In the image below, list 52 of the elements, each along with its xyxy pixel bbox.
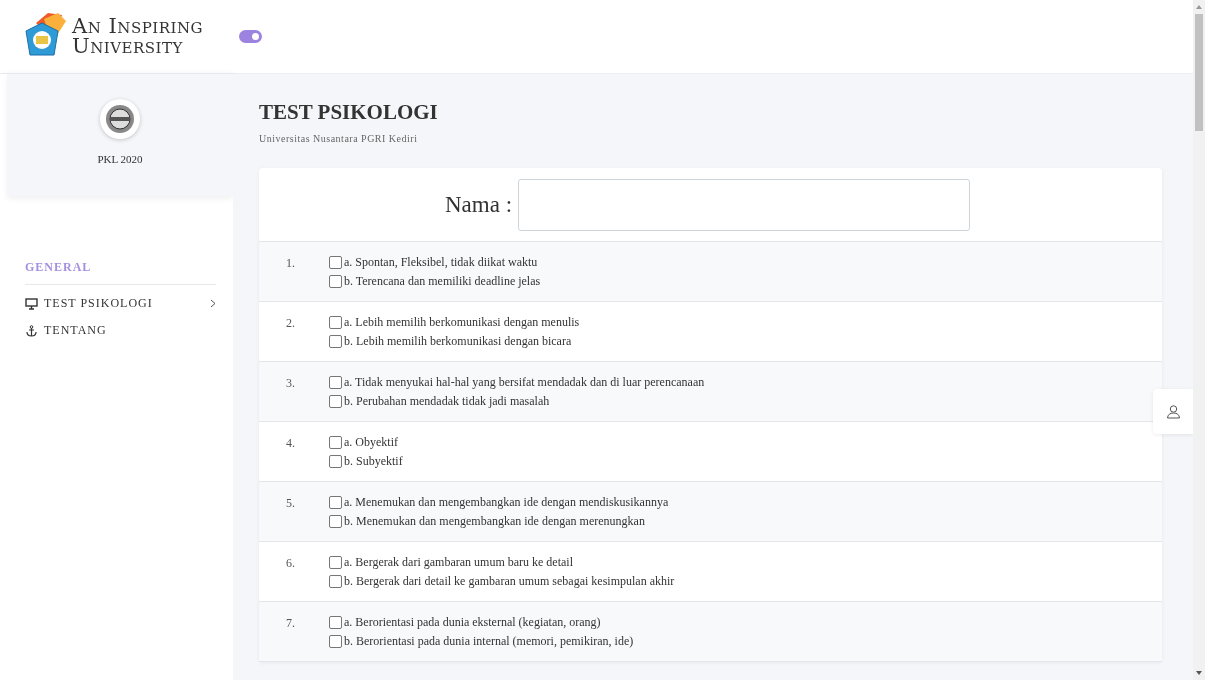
answer-option[interactable]: b. Menemukan dan mengembangkan ide dengan merenungkan — [329, 514, 669, 529]
question-number: 5. — [286, 495, 296, 511]
anchor-icon — [25, 324, 38, 337]
user-button[interactable] — [1153, 389, 1193, 434]
checkbox[interactable] — [329, 616, 342, 629]
profile-name: PKL 2020 — [97, 153, 143, 165]
answer-option[interactable]: a. Lebih memilih berkomunikasi dengan menulis — [329, 315, 580, 330]
answer-option[interactable]: a. Spontan, Fleksibel, tidak diikat waktu — [329, 255, 541, 270]
answer-option[interactable]: b. Berorientasi pada dunia internal (memori, pemikiran, ide) — [329, 634, 634, 649]
question-number: 6. — [286, 555, 296, 571]
answer-option[interactable]: a. Tidak menyukai hal-hal yang bersifat mendadak dan di luar perencanaan — [329, 375, 705, 390]
checkbox[interactable] — [329, 575, 342, 588]
checkbox[interactable] — [329, 455, 342, 468]
answer-option[interactable]: b. Bergerak dari detail ke gambaran umum sebagai kesimpulan akhir — [329, 574, 675, 589]
scrollbar-drawing[interactable] — [1193, 0, 1205, 680]
nav-item[interactable]: TENTANG — [25, 317, 216, 344]
question-number: 1. — [286, 255, 296, 271]
checkbox[interactable] — [329, 256, 342, 269]
avatar-icon — [100, 99, 140, 139]
checkbox[interactable] — [329, 436, 342, 449]
checkbox[interactable] — [329, 395, 342, 408]
sidebar-toggle[interactable] — [239, 30, 262, 43]
logo-text: An Inspiring — [72, 16, 203, 37]
page-subtitle: Universitas Nusantara PGRI Kediri — [259, 133, 419, 144]
question-number: 7. — [286, 615, 296, 631]
checkbox[interactable] — [329, 316, 342, 329]
checkbox[interactable] — [329, 556, 342, 569]
question-number: 4. — [286, 435, 296, 451]
answer-option[interactable]: a. Bergerak dari gambaran umum baru ke detail — [329, 555, 675, 570]
answer-option[interactable]: a. Berorientasi pada dunia eksternal (kegiatan, orang) — [329, 615, 634, 630]
checkbox[interactable] — [329, 515, 342, 528]
nav-heading: GENERAL — [25, 260, 216, 285]
question-number: 2. — [286, 315, 296, 331]
page-title: TEST PSIKOLOGI — [259, 100, 439, 125]
answer-option[interactable]: a. Obyektif — [329, 435, 403, 450]
name-label: Nama : — [445, 191, 513, 218]
answer-option[interactable]: b. Perubahan mendadak tidak jadi masalah — [329, 394, 705, 409]
answer-option[interactable]: b. Terencana dan memiliki deadline jelas — [329, 274, 541, 289]
checkbox[interactable] — [329, 635, 342, 648]
answer-option[interactable]: b. Lebih memilih berkomunikasi dengan bicara — [329, 334, 580, 349]
question-number: 3. — [286, 375, 296, 391]
checkbox[interactable] — [329, 335, 342, 348]
name-input[interactable] — [518, 178, 971, 231]
nav-item[interactable]: TEST PSIKOLOGI — [25, 290, 216, 317]
monitor-icon — [25, 297, 38, 310]
user-icon — [1165, 404, 1181, 419]
checkbox[interactable] — [329, 376, 342, 389]
answer-option[interactable]: a. Menemukan dan mengembangkan ide dengan mendiskusikannya — [329, 495, 669, 510]
logo-text: University — [72, 36, 184, 57]
checkbox[interactable] — [329, 275, 342, 288]
checkbox[interactable] — [329, 496, 342, 509]
answer-option[interactable]: b. Subyektif — [329, 454, 403, 469]
